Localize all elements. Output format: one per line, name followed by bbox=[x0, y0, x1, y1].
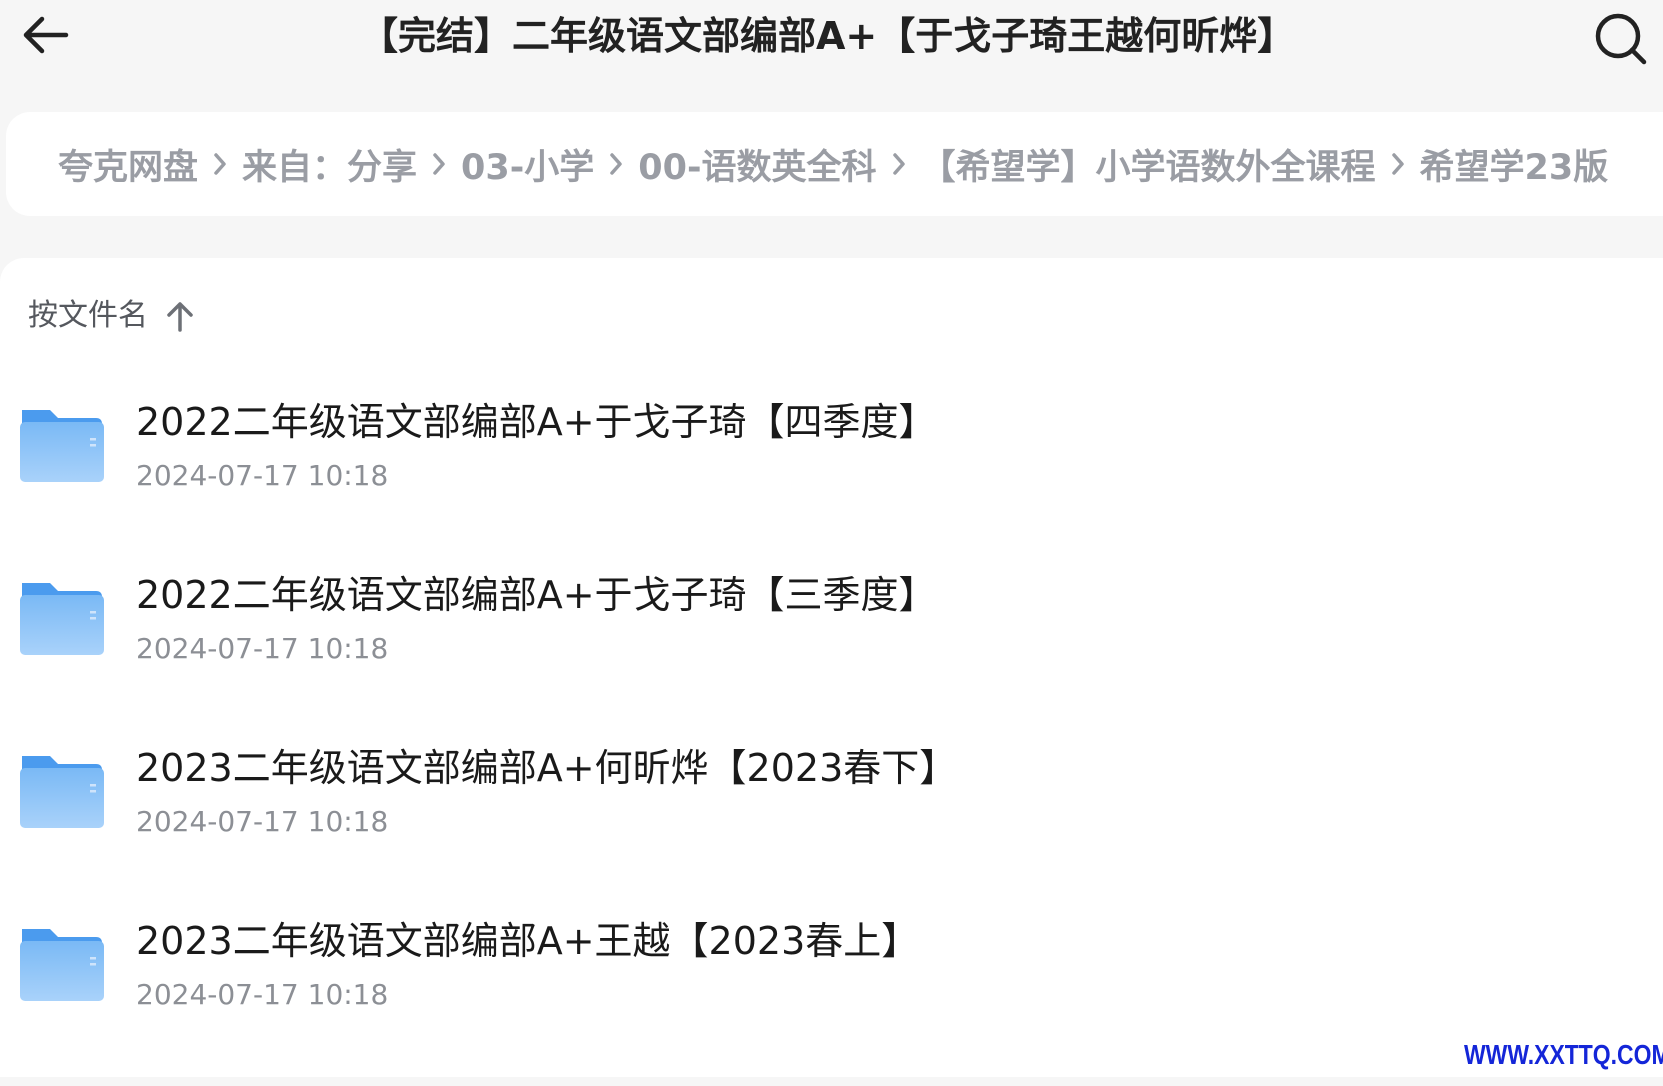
folder-icon bbox=[20, 756, 104, 828]
arrow-left-icon bbox=[23, 16, 69, 54]
file-name: 2022二年级语文部编部A+于戈子琦【三季度】 bbox=[136, 573, 937, 617]
watermark: WWW.XXTTQ.COM bbox=[1464, 1039, 1663, 1070]
file-date: 2024-07-17 10:18 bbox=[136, 459, 389, 492]
list-item[interactable]: 2022二年级语文部编部A+于戈子琦【三季度】 2024-07-17 10:18 bbox=[0, 567, 1663, 740]
chevron-right-icon bbox=[877, 144, 921, 184]
sort-toggle[interactable]: 按文件名 bbox=[28, 296, 194, 336]
sort-label: 按文件名 bbox=[28, 298, 148, 333]
file-date: 2024-07-17 10:18 bbox=[136, 978, 389, 1011]
breadcrumb-item-primary-school[interactable]: 03-小学 bbox=[461, 139, 594, 190]
chevron-right-icon bbox=[1376, 144, 1420, 184]
chevron-right-icon bbox=[594, 144, 638, 184]
arrow-up-icon bbox=[166, 300, 194, 332]
breadcrumb: 夸克网盘 来自：分享 03-小学 00-语数英全科 【希望学】小学语数外全课程 … bbox=[6, 112, 1663, 216]
file-list: 2022二年级语文部编部A+于戈子琦【四季度】 2024-07-17 10:18… bbox=[0, 394, 1663, 1086]
folder-icon bbox=[20, 410, 104, 482]
file-name: 2023二年级语文部编部A+何昕烨【2023春下】 bbox=[136, 746, 958, 790]
search-icon bbox=[1595, 13, 1647, 65]
breadcrumb-item-xiwangxue-courses[interactable]: 【希望学】小学语数外全课程 bbox=[921, 139, 1376, 190]
page-title: 【完结】二年级语文部编部A+【于戈子琦王越何昕烨】 bbox=[360, 14, 1296, 58]
top-bar: 【完结】二年级语文部编部A+【于戈子琦王越何昕烨】 bbox=[0, 0, 1663, 96]
folder-icon bbox=[20, 929, 104, 1001]
file-date: 2024-07-17 10:18 bbox=[136, 632, 389, 665]
folder-icon bbox=[20, 583, 104, 655]
back-button[interactable] bbox=[18, 8, 72, 62]
breadcrumb-item-all-subjects[interactable]: 00-语数英全科 bbox=[638, 139, 876, 190]
breadcrumb-item-quark-drive[interactable]: 夸克网盘 bbox=[58, 139, 198, 190]
file-name: 2022二年级语文部编部A+于戈子琦【四季度】 bbox=[136, 400, 937, 444]
list-item[interactable]: 2022二年级语文部编部A+于戈子琦【四季度】 2024-07-17 10:18 bbox=[0, 394, 1663, 567]
file-name: 2023二年级语文部编部A+王越【2023春上】 bbox=[136, 919, 920, 963]
file-panel: 按文件名 2022二年级语文部编部A+于戈子琦【四季度】 2024-07-17 … bbox=[0, 258, 1663, 1077]
breadcrumb-item-xiwangxue-23[interactable]: 希望学23版 bbox=[1420, 139, 1609, 190]
list-item[interactable]: 2023二年级语文部编部A+王越【2023春上】 2024-07-17 10:1… bbox=[0, 913, 1663, 1086]
chevron-right-icon bbox=[417, 144, 461, 184]
breadcrumb-item-from-share[interactable]: 来自：分享 bbox=[242, 139, 417, 190]
list-item[interactable]: 2023二年级语文部编部A+何昕烨【2023春下】 2024-07-17 10:… bbox=[0, 740, 1663, 913]
chevron-right-icon bbox=[198, 144, 242, 184]
search-button[interactable] bbox=[1588, 6, 1652, 70]
file-date: 2024-07-17 10:18 bbox=[136, 805, 389, 838]
